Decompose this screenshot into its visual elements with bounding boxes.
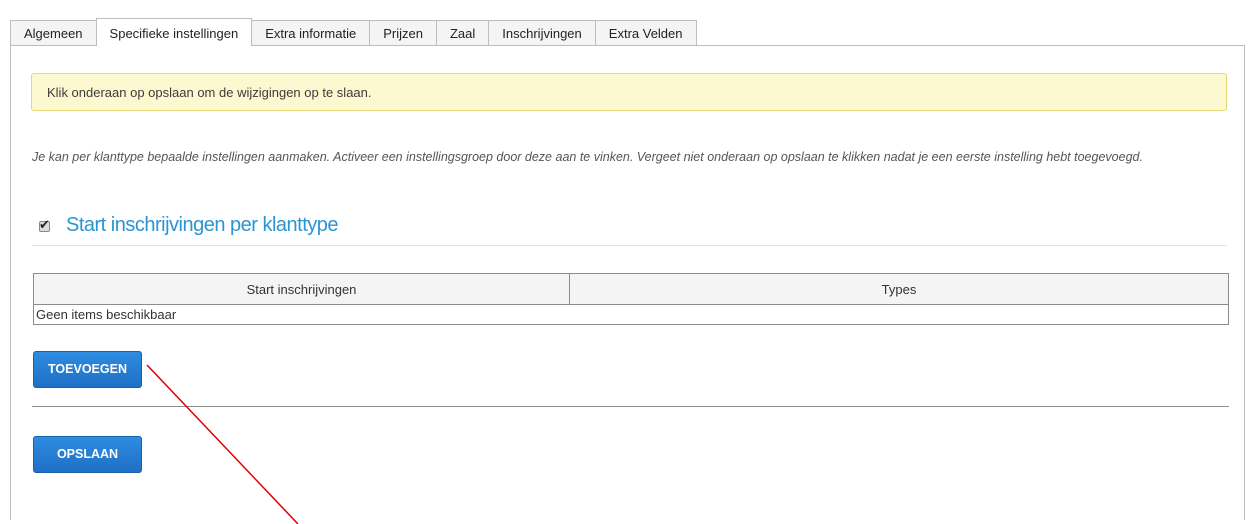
column-header-start[interactable]: Start inschrijvingen (33, 273, 570, 305)
empty-message: Geen items beschikbaar (33, 304, 1229, 325)
tab-extra-velden[interactable]: Extra Velden (594, 20, 697, 46)
column-header-types[interactable]: Types (569, 273, 1229, 305)
settings-table: Start inschrijvingen Types Geen items be… (33, 273, 1229, 325)
tab-prijzen[interactable]: Prijzen (369, 20, 437, 46)
tab-extra-informatie[interactable]: Extra informatie (251, 20, 371, 46)
tab-zaal[interactable]: Zaal (435, 20, 490, 46)
tab-specifieke-instellingen[interactable]: Specifieke instellingen (95, 18, 253, 46)
tab-panel: Klik onderaan op opslaan om de wijziging… (10, 45, 1245, 520)
tab-inschrijvingen[interactable]: Inschrijvingen (488, 20, 596, 46)
help-text: Je kan per klanttype bepaalde instelling… (32, 150, 1143, 164)
table-row: Geen items beschikbaar (33, 304, 1229, 325)
save-notice: Klik onderaan op opslaan om de wijziging… (31, 73, 1227, 111)
section-checkbox[interactable]: ✔ (39, 218, 50, 233)
section-header: ✔ Start inschrijvingen per klanttype (32, 212, 1227, 246)
tab-algemeen[interactable]: Algemeen (10, 20, 97, 46)
section-title: Start inschrijvingen per klanttype (66, 214, 339, 236)
add-button[interactable]: TOEVOEGEN (33, 351, 142, 388)
save-button[interactable]: OPSLAAN (33, 436, 142, 473)
checkmark-icon: ✔ (39, 218, 50, 233)
divider (32, 406, 1229, 407)
tab-bar: Algemeen Specifieke instellingen Extra i… (10, 18, 697, 46)
table-header-row: Start inschrijvingen Types (33, 273, 1229, 305)
